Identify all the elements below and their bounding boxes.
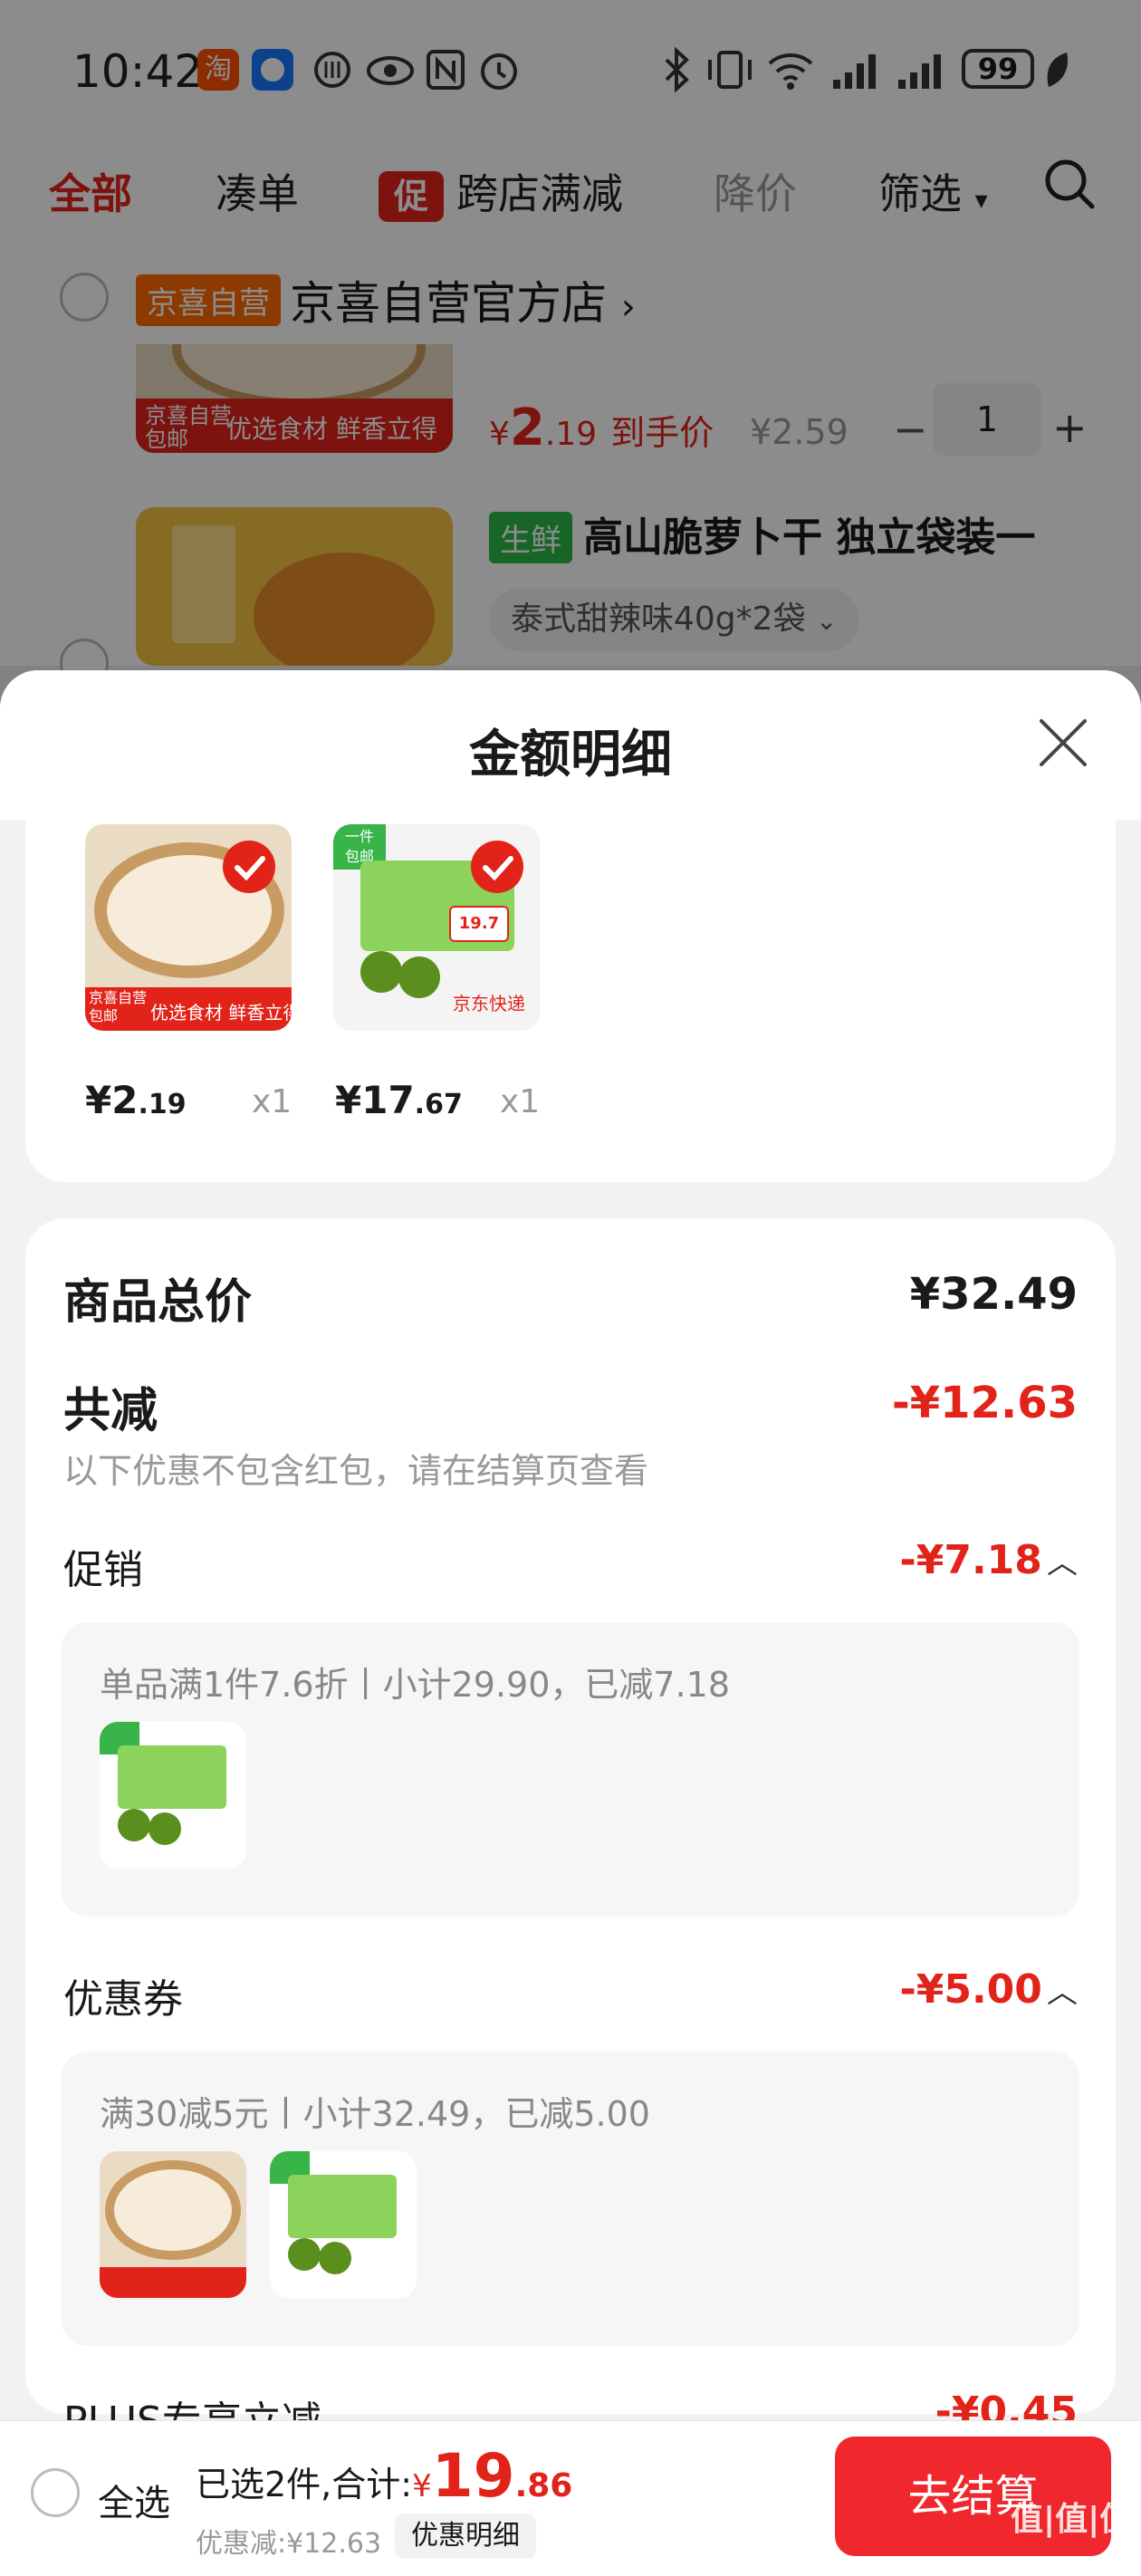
reduce-label: 共减 bbox=[63, 1384, 158, 1438]
kiwi-image-express: 京东快递 bbox=[453, 993, 525, 1014]
breakdown-card: 商品总价 ¥32.49 共减 -¥12.63 以下优惠不包含红包，请在结算页查看… bbox=[25, 1218, 1116, 2445]
promo-desc: 单品满1件7.6折丨小计29.90，已减7.18 bbox=[100, 1665, 731, 1705]
selected-item-qty: x1 bbox=[252, 1083, 292, 1120]
total-int: 19 bbox=[431, 2441, 515, 2511]
coupon-toggle[interactable]: -¥5.00 ︿ bbox=[899, 1966, 1078, 2013]
coupon-item-image-shrimp bbox=[100, 2151, 246, 2298]
total-value: ¥32.49 bbox=[909, 1269, 1078, 1320]
coupon-item-image-kiwi bbox=[270, 2151, 417, 2298]
close-icon[interactable] bbox=[1038, 717, 1088, 768]
selected-item-image-shrimp[interactable]: 京喜自营 包邮 优选食材 鲜香立得 bbox=[85, 824, 292, 1031]
shrimp-image-banner: 优选食材 鲜香立得 bbox=[150, 1002, 292, 1024]
price-int: ¥17 bbox=[335, 1078, 415, 1122]
total-currency: ¥ bbox=[412, 2468, 432, 2504]
promo-value: -¥7.18 bbox=[899, 1537, 1042, 1583]
checked-icon bbox=[471, 841, 523, 893]
select-all-label[interactable]: 全选 bbox=[98, 2474, 170, 2526]
price-int: ¥2 bbox=[85, 1078, 139, 1122]
discount-detail-button[interactable]: 优惠明细 bbox=[395, 2514, 536, 2559]
price-dec: .67 bbox=[414, 1089, 463, 1120]
select-all-checkbox[interactable] bbox=[31, 2468, 80, 2517]
watermark: 值|值|值 bbox=[1011, 2501, 1133, 2538]
selected-item-image-kiwi[interactable]: 一件 包邮 19.7 京东快递 bbox=[333, 824, 540, 1031]
reduce-note: 以下优惠不包含红包，请在结算页查看 bbox=[63, 1451, 649, 1491]
selected-summary-text: 已选2件,合计: bbox=[196, 2465, 413, 2504]
reduce-value: -¥12.63 bbox=[891, 1378, 1078, 1428]
discount-text: 优惠减:¥12.63 bbox=[196, 2528, 382, 2560]
total-label: 商品总价 bbox=[63, 1275, 253, 1330]
chevron-up-icon: ︿ bbox=[1047, 1545, 1078, 1581]
shrimp-image-tag: 京喜自营 包邮 bbox=[89, 989, 148, 1024]
promo-detail-box: 单品满1件7.6折丨小计29.90，已减7.18 bbox=[62, 1622, 1079, 1917]
sheet-title: 金额明细 bbox=[469, 726, 672, 784]
selected-item-price: ¥2.19 bbox=[85, 1078, 187, 1122]
promo-toggle[interactable]: -¥7.18 ︿ bbox=[899, 1537, 1078, 1583]
promo-label: 促销 bbox=[63, 1547, 143, 1593]
selected-summary: 已选2件,合计:¥19.86 bbox=[196, 2441, 572, 2511]
selected-item-price: ¥17.67 bbox=[335, 1078, 463, 1122]
selected-items-card: 京喜自营 包邮 优选食材 鲜香立得 一件 包邮 19.7 京东快递 ¥2.19 … bbox=[25, 797, 1116, 1182]
promo-item-image-kiwi bbox=[100, 1722, 246, 1869]
coupon-label: 优惠券 bbox=[63, 1976, 183, 2023]
chevron-up-icon: ︿ bbox=[1047, 1975, 1078, 2011]
coupon-desc: 满30减5元丨小计32.49，已减5.00 bbox=[100, 2094, 650, 2134]
total-dec: .86 bbox=[514, 2467, 573, 2504]
coupon-detail-box: 满30减5元丨小计32.49，已减5.00 bbox=[62, 2052, 1079, 2346]
selected-item-qty: x1 bbox=[500, 1083, 541, 1120]
checked-icon bbox=[223, 841, 275, 893]
coupon-value: -¥5.00 bbox=[899, 1966, 1042, 2013]
kiwi-image-price: 19.7 bbox=[449, 906, 509, 942]
price-dec: .19 bbox=[138, 1089, 187, 1120]
